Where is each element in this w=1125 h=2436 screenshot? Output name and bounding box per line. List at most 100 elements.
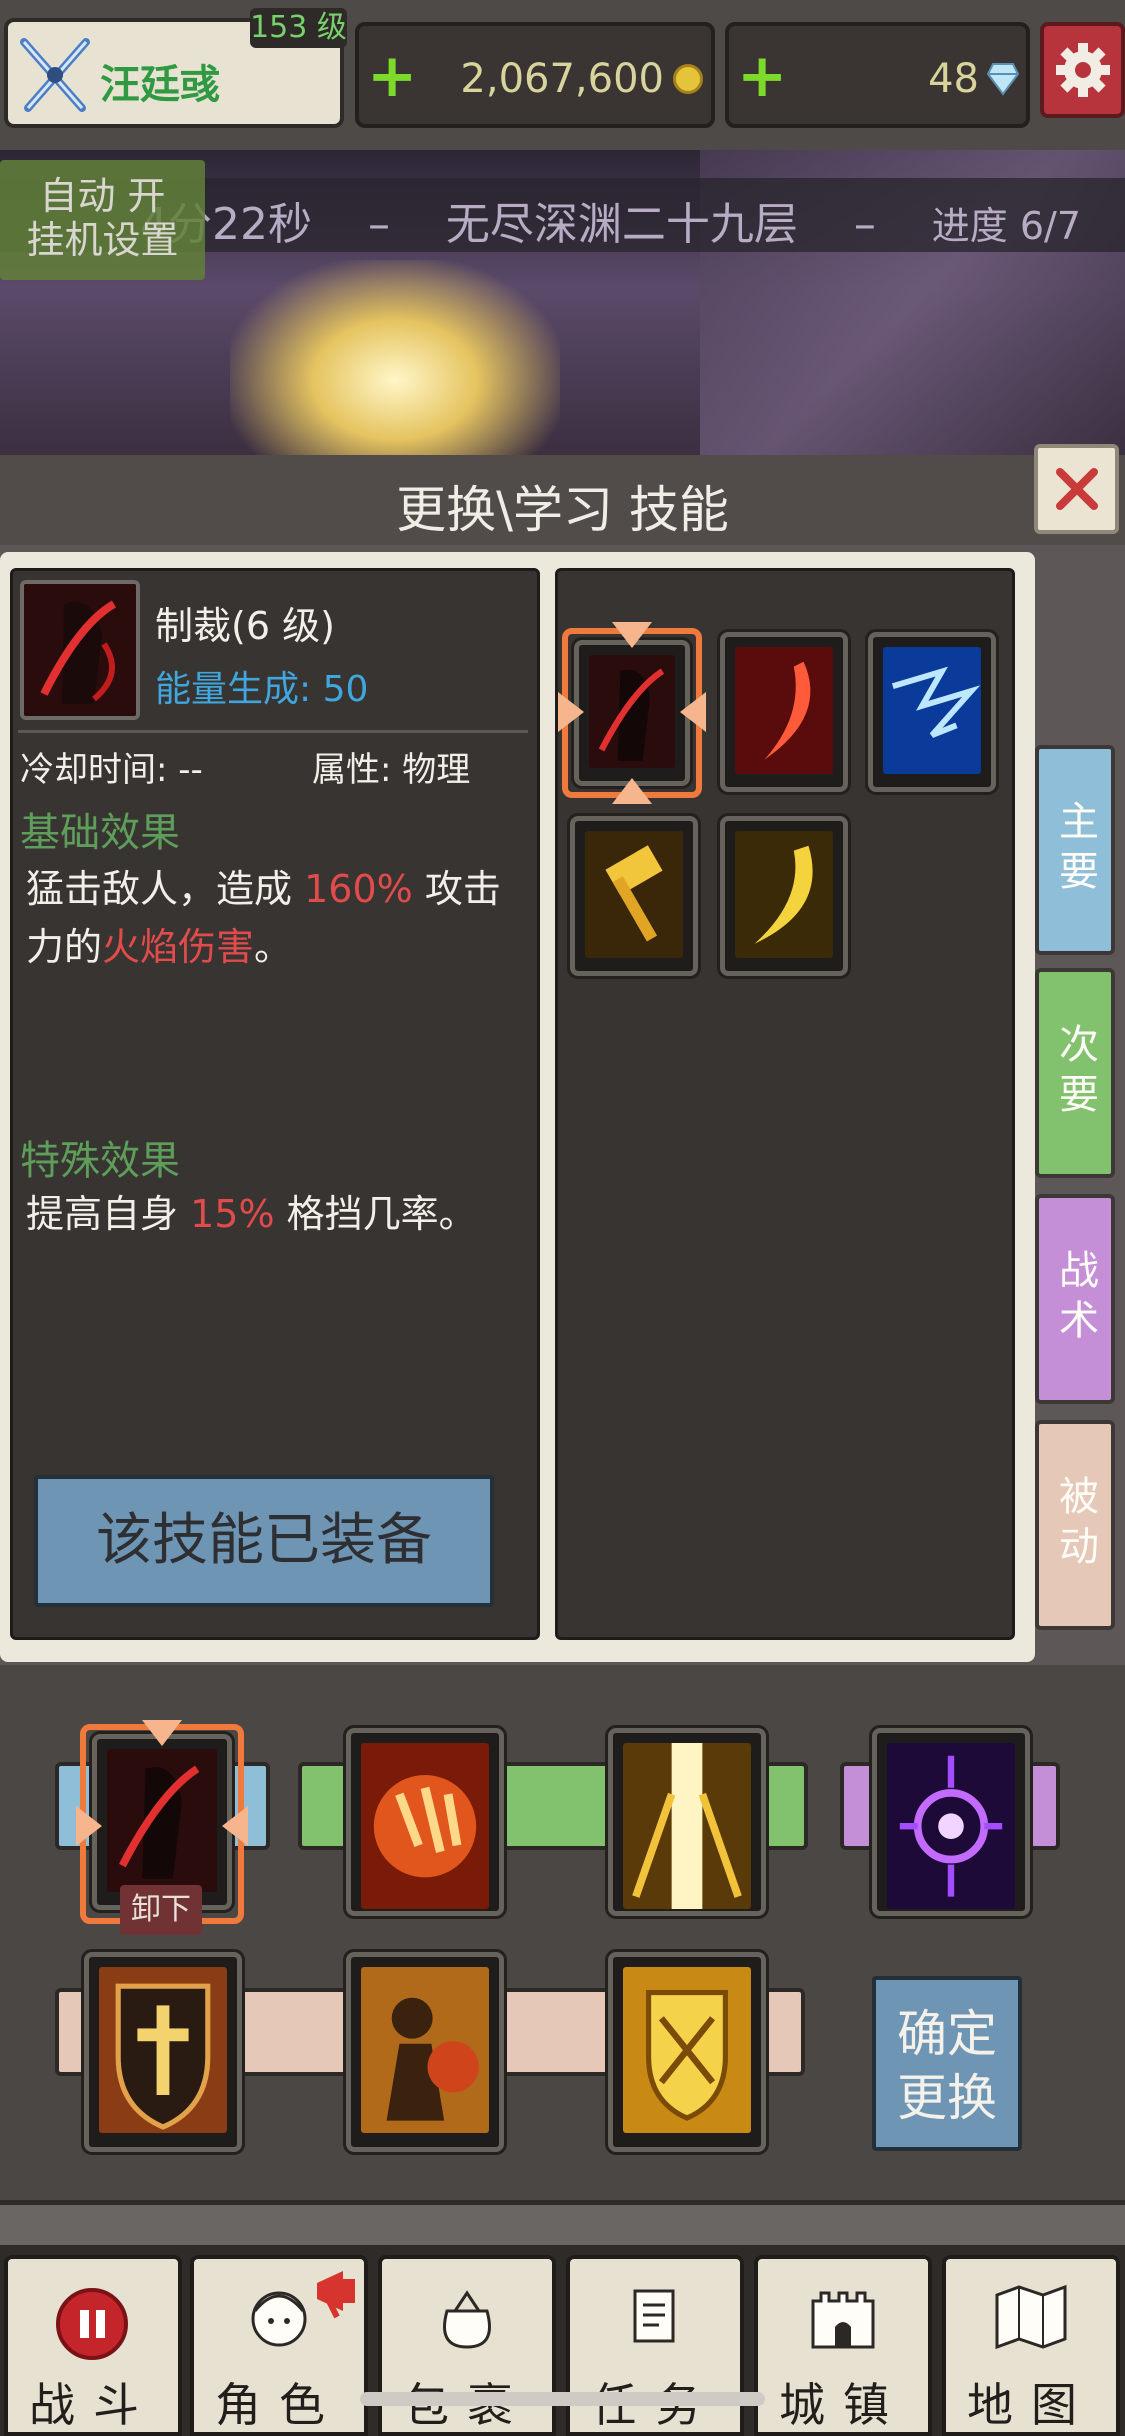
skill-name: 制裁(6 级) [155, 604, 335, 648]
basic-text-part: 攻击 [424, 867, 501, 911]
skill-attribute: 属性: 物理 [312, 750, 471, 790]
tab-label: 主要 [1052, 800, 1098, 900]
basic-effect-title: 基础效果 [20, 810, 180, 856]
nav-quest[interactable]: 任务 [566, 2255, 744, 2436]
confirm-label-line1: 确定 [897, 2005, 997, 2063]
auto-settings-label: 挂机设置 [26, 218, 179, 262]
pause-icon[interactable] [56, 2288, 128, 2360]
skill-slot-4[interactable] [567, 813, 701, 979]
selection-arrow-icon [680, 692, 706, 732]
skill-slot-3[interactable] [865, 629, 999, 795]
nav-town[interactable]: 城镇 [754, 2255, 932, 2436]
basic-text-part: 猛击敌人，造成 [26, 867, 293, 911]
special-effect-text: 提高自身 15% 格挡几率。 [26, 1185, 506, 1243]
pause-bar [80, 2310, 89, 2338]
tab-label: 战术 [1052, 1249, 1098, 1349]
nav-map[interactable]: 地图 [942, 2255, 1120, 2436]
red-crescent-icon [735, 647, 833, 775]
portal-glow [230, 260, 560, 455]
golden-warrior-icon [361, 1967, 489, 2134]
crossed-swords-icon [20, 38, 90, 112]
gold-amount: 2,067,600 [460, 56, 664, 102]
tab-tactical[interactable]: 战术 [1035, 1194, 1115, 1404]
alert-megaphone-icon [317, 2271, 355, 2319]
nav-label: 地图 [967, 2378, 1095, 2432]
tab-primary[interactable]: 主要 [1035, 745, 1115, 955]
settings-button[interactable] [1040, 22, 1125, 118]
purple-vortex-icon [887, 1743, 1015, 1910]
special-text-part: 格挡几率。 [286, 1192, 477, 1236]
gem-resource-box[interactable]: + 48 [725, 22, 1030, 128]
selection-arrow-icon [612, 778, 652, 804]
basic-text-part: 力的 [26, 925, 103, 969]
battle-stage-banner: 4分22秒 – 无尽深渊二十九层 – 进度 6/7 自动 开 挂机设置 [0, 150, 1125, 455]
tab-secondary[interactable]: 次要 [1035, 968, 1115, 1178]
skill-cooldown: 冷却时间: -- [20, 750, 203, 790]
character-face-icon [251, 2291, 307, 2347]
map-icon [995, 2284, 1067, 2350]
tab-passive[interactable]: 被动 [1035, 1420, 1115, 1630]
basic-damage-type: 火焰伤害 [102, 925, 255, 969]
close-button[interactable] [1034, 444, 1119, 534]
selection-arrow-icon [612, 622, 652, 648]
gold-resource-box[interactable]: + 2,067,600 [355, 22, 715, 128]
blue-lightning-claw-icon [883, 647, 981, 775]
equipped-primary-slot[interactable] [89, 1731, 235, 1913]
pause-bar [96, 2310, 105, 2338]
add-gold-icon[interactable]: + [367, 46, 417, 106]
special-text-part: 提高自身 [26, 1192, 179, 1236]
stage-name: 无尽深渊二十九层 [445, 199, 798, 250]
tab-label: 次要 [1052, 1023, 1098, 1123]
equipped-tactical-slot[interactable] [869, 1725, 1033, 1919]
equipped-passive-slot-1[interactable] [81, 1949, 245, 2155]
red-warrior-slash-icon [107, 1749, 217, 1892]
confirm-label-line2: 更换 [897, 2069, 997, 2127]
red-warrior-slash-icon [24, 584, 136, 716]
selected-skill-icon [20, 580, 140, 720]
golden-light-pillar-icon [623, 1743, 751, 1910]
equipped-secondary-slot-2[interactable] [605, 1725, 769, 1919]
equipped-passive-slot-3[interactable] [605, 1949, 769, 2155]
nav-label: 城镇 [779, 2378, 907, 2432]
skill-slot-5[interactable] [717, 813, 851, 979]
tab-label: 被动 [1052, 1475, 1098, 1575]
skill-slot-sanction[interactable] [571, 637, 693, 789]
golden-hammer-icon [585, 831, 683, 959]
home-indicator [360, 2392, 765, 2406]
selection-arrow-icon [558, 692, 584, 732]
special-block-percent: 15% [190, 1192, 275, 1236]
nav-bag[interactable]: 包裹 [378, 2255, 556, 2436]
divider [18, 730, 528, 733]
quest-scroll-icon [633, 2289, 675, 2343]
player-name: 汪廷彧 [100, 62, 220, 108]
player-level-badge: 153 级 [250, 8, 347, 48]
nav-label: 战斗 [29, 2378, 157, 2432]
unequip-button[interactable]: 卸下 [120, 1885, 202, 1935]
red-warrior-slash-icon [589, 655, 675, 768]
golden-emblem-shield-icon [623, 1967, 751, 2134]
basic-damage-percent: 160% [304, 867, 413, 911]
nav-character[interactable]: 角色 [190, 2255, 368, 2436]
auto-battle-settings-button[interactable]: 自动 开 挂机设置 [0, 160, 205, 280]
special-effect-title: 特殊效果 [20, 1138, 180, 1184]
skill-slot-2[interactable] [717, 629, 851, 795]
auto-toggle-label: 自动 开 [39, 174, 166, 218]
bottom-nav-divider [0, 2205, 1125, 2245]
equipped-passive-slot-2[interactable] [343, 1949, 507, 2155]
selection-arrow-icon [142, 1720, 182, 1746]
panel-title: 更换\学习 技能 [396, 481, 729, 539]
stage-progress: 进度 6/7 [931, 204, 1082, 248]
gold-coin-icon [673, 64, 703, 94]
basic-text-part: 。 [254, 925, 293, 969]
nav-label: 角色 [215, 2378, 343, 2432]
stage-info-text: 4分22秒 – 无尽深渊二十九层 – 进度 6/7 [140, 188, 1081, 252]
gem-amount: 48 [928, 56, 979, 102]
equipped-secondary-slot-1[interactable] [343, 1725, 507, 1919]
stage-separator: – [367, 199, 390, 250]
confirm-change-button[interactable]: 确定 更换 [872, 1976, 1022, 2151]
skill-equipped-button[interactable]: 该技能已装备 [34, 1475, 494, 1607]
gear-icon [1056, 43, 1110, 97]
skill-energy: 能量生成: 50 [155, 669, 369, 710]
close-x-icon [1056, 468, 1098, 510]
add-gem-icon[interactable]: + [737, 46, 787, 106]
